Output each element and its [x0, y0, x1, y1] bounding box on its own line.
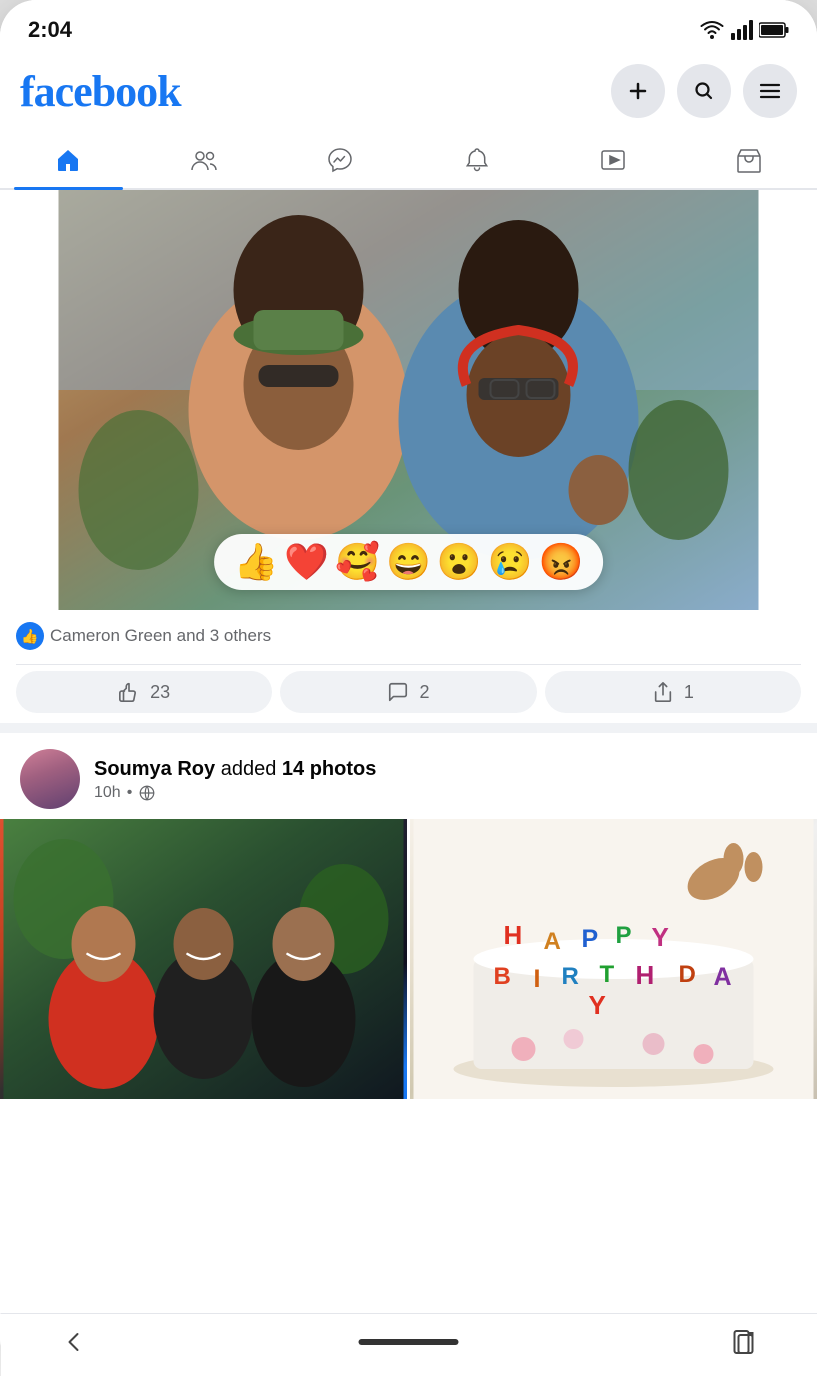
messenger-icon	[326, 146, 354, 174]
status-time: 2:04	[28, 17, 72, 43]
battery-icon	[759, 21, 789, 39]
reaction-care[interactable]: 🥰	[335, 544, 380, 580]
bell-icon	[463, 146, 491, 174]
svg-text:Y: Y	[589, 990, 606, 1020]
rotate-icon	[729, 1328, 757, 1356]
tab-home[interactable]	[0, 132, 136, 188]
tab-messenger[interactable]	[272, 132, 408, 188]
svg-text:P: P	[582, 925, 599, 953]
post-time: 10h	[94, 784, 121, 802]
svg-text:H: H	[504, 920, 523, 950]
reaction-love[interactable]: ❤️	[284, 544, 329, 580]
share-icon	[652, 681, 674, 703]
share-button[interactable]: 1	[545, 671, 801, 713]
post-actions-1: 23 2 1	[16, 664, 801, 719]
rotate-button[interactable]	[729, 1328, 757, 1356]
likes-row: 👍 Cameron Green and 3 others	[16, 618, 801, 658]
bottom-nav	[0, 1313, 817, 1376]
svg-text:B: B	[494, 963, 511, 990]
header: facebook	[0, 56, 817, 132]
wifi-icon	[699, 20, 725, 40]
svg-text:A: A	[714, 963, 732, 991]
back-arrow-icon	[60, 1328, 88, 1356]
plus-icon	[626, 79, 650, 103]
search-icon	[692, 79, 716, 103]
home-indicator[interactable]	[359, 1339, 459, 1345]
like-count: 23	[150, 682, 170, 703]
marketplace-icon	[735, 146, 763, 174]
avatar-image	[20, 749, 80, 809]
thumbs-up-icon	[118, 681, 140, 703]
svg-text:P: P	[616, 922, 632, 949]
comment-count: 2	[419, 682, 429, 703]
reaction-angry[interactable]: 😡	[539, 544, 584, 580]
status-icons	[699, 20, 789, 40]
tab-friends[interactable]	[136, 132, 272, 188]
like-button[interactable]: 23	[16, 671, 272, 713]
avatar-soumya	[20, 749, 80, 809]
status-bar: 2:04	[0, 0, 817, 56]
photo-grid: H A P P Y B I R T H D A Y	[0, 819, 817, 1099]
svg-text:I: I	[534, 965, 541, 993]
watch-icon	[599, 146, 627, 174]
comment-button[interactable]: 2	[280, 671, 536, 713]
back-button[interactable]	[60, 1328, 88, 1356]
tab-notifications[interactable]	[409, 132, 545, 188]
post-time-row: 10h •	[94, 784, 797, 802]
post-card-2: Soumya Roy added 14 photos 10h •	[0, 733, 817, 1099]
share-count: 1	[684, 682, 694, 703]
content-area: 👍 ❤️ 🥰 😄 😮 😢 😡 👍 Cameron Green and 3 oth…	[0, 190, 817, 1099]
comment-icon	[387, 681, 409, 703]
tab-watch[interactable]	[545, 132, 681, 188]
svg-text:A: A	[544, 928, 561, 955]
like-thumb-icon: 👍	[16, 622, 44, 650]
post-author: Soumya Roy added 14 photos	[94, 756, 797, 782]
reactions-bar: 👍 ❤️ 🥰 😄 😮 😢 😡	[214, 534, 604, 590]
phone-frame: 2:04	[0, 0, 817, 1376]
header-actions	[611, 64, 797, 118]
tab-marketplace[interactable]	[681, 132, 817, 188]
svg-text:Y: Y	[652, 922, 669, 952]
post-footer-1: 👍 Cameron Green and 3 others 23	[0, 610, 817, 723]
post-time-separator: •	[127, 784, 133, 802]
search-button[interactable]	[677, 64, 731, 118]
reaction-sad[interactable]: 😢	[488, 544, 533, 580]
add-button[interactable]	[611, 64, 665, 118]
reaction-like[interactable]: 👍	[234, 544, 279, 580]
svg-text:T: T	[600, 961, 615, 988]
signal-icon	[731, 20, 753, 40]
globe-icon	[138, 784, 156, 802]
svg-text:R: R	[562, 963, 579, 990]
photo-friends-svg	[0, 819, 407, 1099]
svg-text:H: H	[636, 960, 655, 990]
post-card-1: 👍 ❤️ 🥰 😄 😮 😢 😡 👍 Cameron Green and 3 oth…	[0, 190, 817, 723]
reaction-wow[interactable]: 😮	[437, 544, 482, 580]
photo-cake-svg: H A P P Y B I R T H D A Y	[410, 819, 817, 1099]
menu-button[interactable]	[743, 64, 797, 118]
photo-cell-left[interactable]	[0, 819, 407, 1099]
post-action-text: added	[221, 758, 282, 780]
post-image-area: 👍 ❤️ 🥰 😄 😮 😢 😡	[0, 190, 817, 610]
post-meta-2: Soumya Roy added 14 photos 10h •	[94, 756, 797, 802]
home-icon	[54, 146, 82, 174]
facebook-logo: facebook	[20, 66, 181, 117]
likes-text: Cameron Green and 3 others	[50, 626, 271, 646]
nav-tabs	[0, 132, 817, 190]
friends-icon	[190, 146, 218, 174]
photo-cell-right[interactable]: H A P P Y B I R T H D A Y	[410, 819, 817, 1099]
hamburger-icon	[758, 79, 782, 103]
svg-text:D: D	[679, 961, 696, 988]
post-header-2: Soumya Roy added 14 photos 10h •	[0, 733, 817, 819]
reaction-haha[interactable]: 😄	[386, 544, 431, 580]
